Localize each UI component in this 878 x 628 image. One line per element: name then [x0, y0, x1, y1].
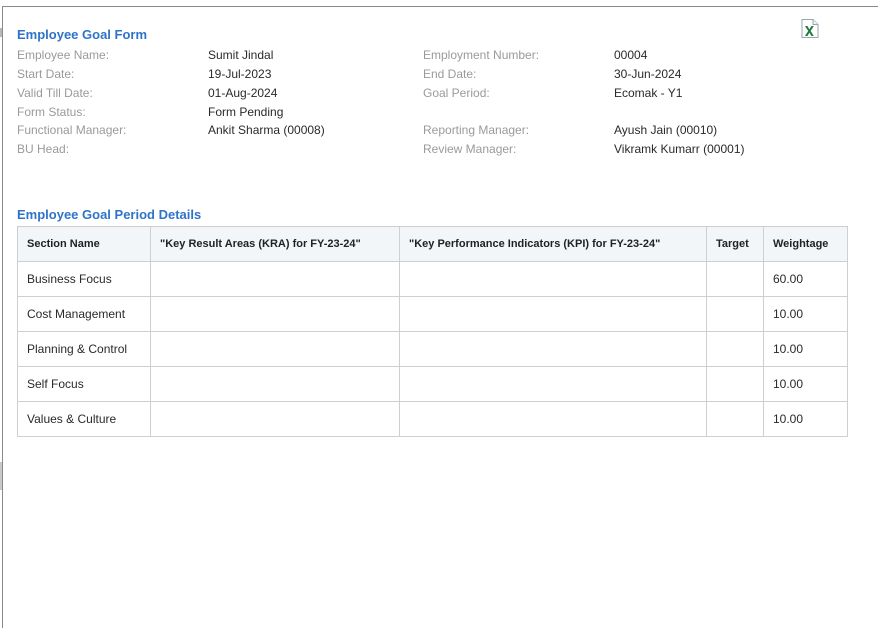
- field-label: End Date:: [423, 67, 477, 81]
- column-header-kra: "Key Result Areas (KRA) for FY-23-24": [150, 226, 400, 262]
- field-label: Employee Name:: [17, 48, 110, 62]
- cell-target: [706, 366, 764, 402]
- goal-details-table: Section Name "Key Result Areas (KRA) for…: [17, 226, 848, 437]
- field-value: 30-Jun-2024: [614, 67, 682, 81]
- cell-section-name: Planning & Control: [17, 331, 151, 367]
- info-row: Form Status: Form Pending: [0, 103, 878, 121]
- cell-weightage: 10.00: [763, 296, 848, 332]
- cell-kra: [150, 331, 400, 367]
- info-row: BU Head: Review Manager: Vikramk Kumarr …: [0, 140, 878, 158]
- column-header-kpi: "Key Performance Indicators (KPI) for FY…: [399, 226, 707, 262]
- field-value: 00004: [614, 48, 648, 62]
- form-title: Employee Goal Form: [17, 27, 148, 42]
- cell-kra: [150, 366, 400, 402]
- field-label: Review Manager:: [423, 142, 517, 156]
- cell-section-name: Values & Culture: [17, 401, 151, 437]
- cell-target: [706, 296, 764, 332]
- table-row: Business Focus 60.00: [17, 261, 848, 297]
- field-value: Vikramk Kumarr (00001): [614, 142, 745, 156]
- column-header-section-name: Section Name: [17, 226, 151, 262]
- cell-target: [706, 331, 764, 367]
- column-header-target: Target: [706, 226, 764, 262]
- window-edge-mark: [0, 28, 2, 37]
- cell-kpi: [399, 296, 707, 332]
- info-row: Employee Name: Sumit Jindal Employment N…: [0, 46, 878, 64]
- cell-section-name: Business Focus: [17, 261, 151, 297]
- table-row: Self Focus 10.00: [17, 366, 848, 402]
- window-edge-mark: [0, 462, 2, 490]
- cell-kra: [150, 296, 400, 332]
- field-value: 19-Jul-2023: [208, 67, 272, 81]
- cell-section-name: Self Focus: [17, 366, 151, 402]
- field-value: Ecomak - Y1: [614, 86, 683, 100]
- field-value: 01-Aug-2024: [208, 86, 278, 100]
- table-row: Cost Management 10.00: [17, 296, 848, 332]
- field-label: Valid Till Date:: [17, 86, 93, 100]
- field-label: Goal Period:: [423, 86, 490, 100]
- cell-section-name: Cost Management: [17, 296, 151, 332]
- cell-kra: [150, 261, 400, 297]
- cell-kpi: [399, 331, 707, 367]
- field-label: Employment Number:: [423, 48, 540, 62]
- field-value: Ayush Jain (00010): [614, 123, 718, 137]
- info-row: Functional Manager: Ankit Sharma (00008)…: [0, 121, 878, 139]
- cell-kra: [150, 401, 400, 437]
- section-title: Employee Goal Period Details: [17, 207, 202, 222]
- field-label: Form Status:: [17, 105, 86, 119]
- cell-weightage: 10.00: [763, 401, 848, 437]
- table-row: Values & Culture 10.00: [17, 401, 848, 437]
- field-value: Form Pending: [208, 105, 284, 119]
- field-label: Reporting Manager:: [423, 123, 530, 137]
- table-row: Planning & Control 10.00: [17, 331, 848, 367]
- cell-weightage: 60.00: [763, 261, 848, 297]
- field-value: Ankit Sharma (00008): [208, 123, 325, 137]
- field-label: BU Head:: [17, 142, 70, 156]
- field-label: Functional Manager:: [17, 123, 127, 137]
- field-label: Start Date:: [17, 67, 75, 81]
- cell-target: [706, 261, 764, 297]
- info-row: Valid Till Date: 01-Aug-2024 Goal Period…: [0, 84, 878, 102]
- cell-kpi: [399, 261, 707, 297]
- table-header-row: Section Name "Key Result Areas (KRA) for…: [17, 226, 848, 262]
- cell-weightage: 10.00: [763, 366, 848, 402]
- excel-icon[interactable]: [801, 19, 819, 38]
- cell-kpi: [399, 366, 707, 402]
- column-header-weightage: Weightage: [763, 226, 848, 262]
- cell-kpi: [399, 401, 707, 437]
- field-value: Sumit Jindal: [208, 48, 274, 62]
- cell-weightage: 10.00: [763, 331, 848, 367]
- cell-target: [706, 401, 764, 437]
- info-row: Start Date: 19-Jul-2023 End Date: 30-Jun…: [0, 65, 878, 83]
